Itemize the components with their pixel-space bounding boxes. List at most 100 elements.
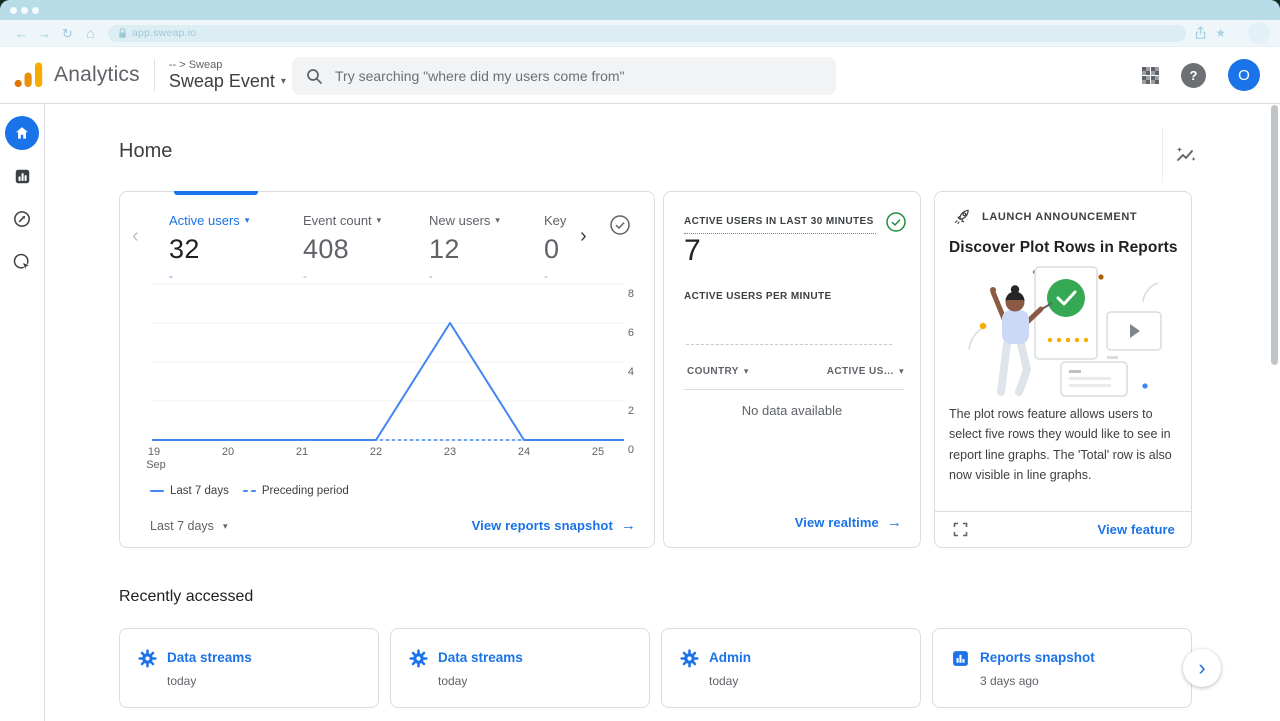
view-reports-snapshot-link[interactable]: View reports snapshot→: [472, 517, 636, 534]
caret-down-icon: ▾: [223, 521, 228, 532]
realtime-card: ACTIVE USERS IN LAST 30 MINUTES 7 ACTIVE…: [663, 191, 921, 548]
recent-item-time: 3 days ago: [980, 674, 1095, 688]
gear-icon: [138, 649, 157, 668]
metric-selector[interactable]: Active users▾: [169, 213, 249, 228]
recent-item-label: Data streams: [167, 649, 252, 667]
metric-selector[interactable]: Event count▾: [303, 213, 381, 228]
chart-legend: Last 7 days Preceding period: [150, 485, 349, 497]
recent-item-data-streams-1[interactable]: Data streams today: [119, 628, 379, 708]
apps-grid-icon[interactable]: [1142, 67, 1159, 84]
svg-text:2: 2: [628, 405, 634, 417]
insights-button[interactable]: [1173, 142, 1199, 168]
announcement-tag: LAUNCH ANNOUNCEMENT: [953, 207, 1137, 226]
recent-item-data-streams-2[interactable]: Data streams today: [390, 628, 650, 708]
home-nav-icon[interactable]: ⌂: [79, 26, 102, 40]
search-input[interactable]: [335, 68, 822, 84]
advertising-icon: [12, 252, 32, 272]
bar-chart-icon: [13, 167, 32, 186]
svg-text:25: 25: [592, 446, 604, 458]
caret-down-icon: ▾: [899, 366, 904, 377]
chevron-right-icon: ›: [1198, 655, 1205, 681]
expand-icon[interactable]: [953, 522, 968, 537]
arrow-right-icon: →: [621, 517, 636, 534]
search-bar[interactable]: [292, 57, 836, 95]
svg-text:22: 22: [370, 446, 382, 458]
caret-down-icon: ▾: [744, 366, 749, 377]
recent-item-label: Reports snapshot: [980, 649, 1095, 667]
announcement-divider: [935, 511, 1191, 512]
overview-card: ‹ › Active users▾ 32 - Event count▾ 408 …: [119, 191, 655, 548]
arrow-right-icon: →: [887, 514, 902, 531]
reload-icon[interactable]: ↻: [56, 27, 79, 40]
window-minimize-dot[interactable]: [21, 7, 28, 14]
back-icon[interactable]: ←: [10, 27, 33, 40]
caret-down-icon: ▾: [377, 215, 382, 226]
sidebar-item-advertising[interactable]: [5, 245, 39, 279]
realtime-quality-icon[interactable]: [885, 211, 907, 238]
metric-value: 32: [169, 234, 249, 265]
svg-text:23: 23: [444, 446, 456, 458]
forward-icon[interactable]: →: [33, 27, 56, 40]
browser-titlebar: [0, 0, 1280, 20]
active-users-column-header[interactable]: ACTIVE US…▾: [827, 366, 904, 377]
browser-window: ← → ↻ ⌂ app.sweap.io ★ Analytics -- > Sw…: [0, 0, 1280, 721]
svg-text:20: 20: [222, 446, 234, 458]
realtime-value: 7: [684, 234, 701, 268]
metric-key-events: Key 0 -: [544, 213, 566, 283]
caret-down-icon: ▾: [495, 215, 500, 226]
insights-sparkline-icon: [1175, 145, 1197, 165]
page-title: Home: [119, 140, 172, 163]
legend-last-7-days: Last 7 days: [150, 485, 229, 497]
window-zoom-dot[interactable]: [32, 7, 39, 14]
user-avatar[interactable]: O: [1228, 59, 1260, 91]
recent-item-reports-snapshot[interactable]: Reports snapshot 3 days ago: [932, 628, 1192, 708]
property-selector[interactable]: -- > Sweap Sweap Event ▾: [169, 59, 286, 92]
lock-icon: [118, 28, 127, 39]
carousel-next-icon[interactable]: ›: [580, 226, 587, 246]
header-actions: ? O: [1142, 59, 1260, 91]
sidebar-item-explore[interactable]: [5, 202, 39, 236]
browser-toolbar: ← → ↻ ⌂ app.sweap.io ★: [0, 20, 1280, 47]
left-nav: [0, 104, 45, 721]
browser-profile-avatar[interactable]: [1248, 22, 1270, 44]
realtime-title[interactable]: ACTIVE USERS IN LAST 30 MINUTES: [684, 215, 876, 234]
rocket-icon: [953, 207, 972, 226]
metric-event-count: Event count▾ 408 -: [303, 213, 381, 283]
address-bar[interactable]: app.sweap.io: [108, 25, 1186, 42]
metric-selector[interactable]: New users▾: [429, 213, 500, 228]
help-icon[interactable]: ?: [1181, 63, 1206, 88]
bookmark-star-icon[interactable]: ★: [1215, 26, 1226, 40]
analytics-logo-icon[interactable]: [14, 62, 44, 88]
country-column-header[interactable]: COUNTRY▾: [687, 366, 749, 377]
sidebar-item-home[interactable]: [5, 116, 39, 150]
svg-text:24: 24: [518, 446, 530, 458]
svg-text:6: 6: [628, 327, 634, 339]
recent-carousel-next-button[interactable]: ›: [1183, 649, 1221, 687]
share-icon[interactable]: [1194, 26, 1207, 40]
recent-item-admin[interactable]: Admin today: [661, 628, 921, 708]
announcement-body: The plot rows feature allows users to se…: [949, 404, 1179, 485]
solid-line-swatch-icon: [150, 490, 164, 493]
scrollbar-thumb[interactable]: [1271, 105, 1278, 365]
view-realtime-link[interactable]: View realtime→: [795, 514, 902, 531]
realtime-table-divider: [684, 389, 904, 390]
carousel-prev-icon[interactable]: ‹: [132, 226, 139, 246]
app-body: Home ‹ › Active users▾ 32 -: [0, 104, 1280, 721]
window-close-dot[interactable]: [10, 7, 17, 14]
view-feature-link[interactable]: View feature: [1097, 522, 1175, 537]
recent-item-label: Data streams: [438, 649, 523, 667]
metric-selector[interactable]: Key: [544, 213, 566, 228]
analytics-logo-bars: [14, 62, 44, 88]
data-quality-icon[interactable]: [609, 214, 631, 241]
date-range-selector[interactable]: Last 7 days ▾: [150, 519, 227, 533]
property-name: Sweap Event: [169, 71, 275, 92]
announcement-title: Discover Plot Rows in Reports: [949, 239, 1178, 257]
caret-down-icon: ▾: [245, 215, 250, 226]
svg-text:21: 21: [296, 446, 308, 458]
product-name: Analytics: [54, 63, 140, 87]
svg-text:4: 4: [628, 366, 634, 378]
recent-item-time: today: [167, 674, 252, 688]
svg-text:8: 8: [628, 288, 634, 300]
dashed-line-swatch-icon: [243, 490, 256, 493]
sidebar-item-reports[interactable]: [5, 159, 39, 193]
